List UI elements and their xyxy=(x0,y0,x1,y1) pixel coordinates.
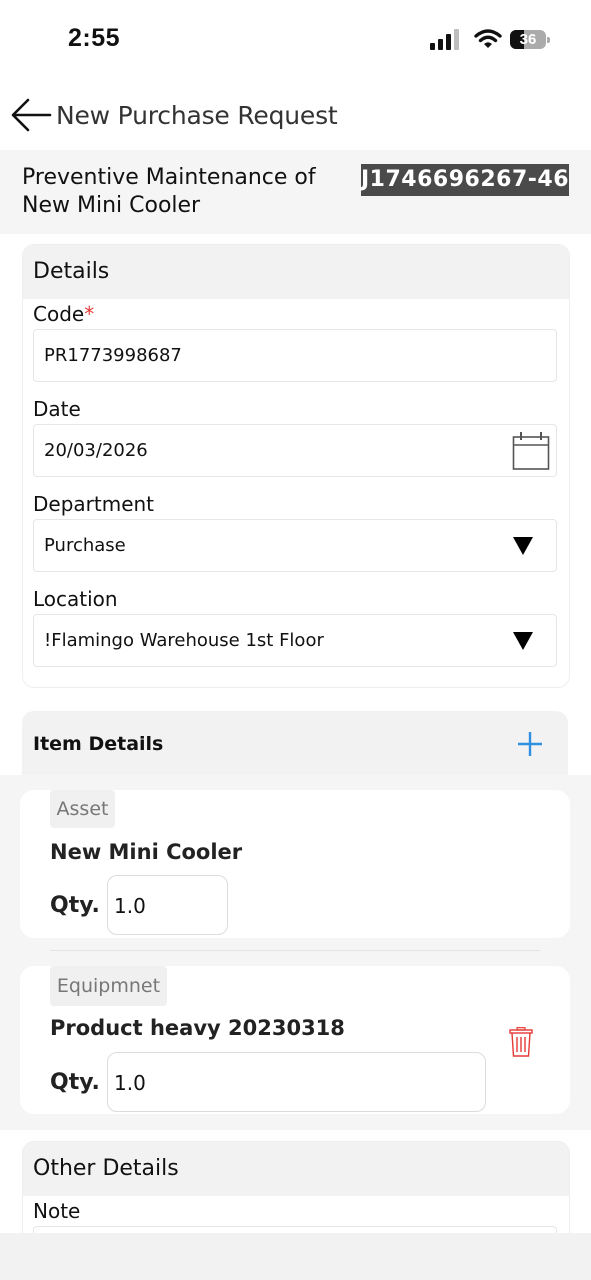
item-card: Equipmnet Product heavy 20230318 Qty. 1.… xyxy=(20,966,570,1114)
wifi-icon xyxy=(474,29,502,48)
department-label: Department xyxy=(33,492,155,516)
bottom-bar xyxy=(0,1233,591,1280)
battery-level: 36 xyxy=(519,31,537,48)
qty-value: 1.0 xyxy=(114,1071,146,1095)
work-order-title: Preventive Maintenance of New Mini Coole… xyxy=(22,165,316,218)
note-label: Note xyxy=(33,1199,81,1223)
details-section: Details Code* PR1773998687 Date 20/03/20… xyxy=(22,244,570,688)
item-details-title: Item Details xyxy=(33,733,164,755)
location-label: Location xyxy=(33,587,118,611)
qty-label: Qty. xyxy=(50,893,100,918)
date-label: Date xyxy=(33,397,81,421)
department-select[interactable]: Purchase xyxy=(33,519,557,572)
date-field[interactable]: 20/03/2026 xyxy=(33,424,557,477)
date-value: 20/03/2026 xyxy=(44,440,148,461)
calendar-icon[interactable] xyxy=(512,431,550,471)
battery-icon: 36 xyxy=(510,30,550,49)
other-details-title: Other Details xyxy=(33,1156,179,1181)
trash-icon[interactable] xyxy=(509,1027,533,1057)
qty-label: Qty. xyxy=(50,1070,100,1095)
status-time: 2:55 xyxy=(68,24,121,52)
dropdown-triangle-icon xyxy=(513,537,533,555)
item-card: Asset New Mini Cooler Qty. 1.0 xyxy=(20,790,570,938)
location-value: !Flamingo Warehouse 1st Floor xyxy=(44,630,324,651)
signal-icon xyxy=(430,28,462,50)
job-id-badge: J1746696267-46 xyxy=(361,164,569,196)
qty-input[interactable]: 1.0 xyxy=(107,875,228,935)
dropdown-triangle-icon xyxy=(513,632,533,650)
qty-value: 1.0 xyxy=(114,894,146,918)
item-type-chip: Equipmnet xyxy=(50,966,167,1006)
department-value: Purchase xyxy=(44,535,126,556)
item-name: Product heavy 20230318 xyxy=(50,1016,345,1040)
back-arrow-icon[interactable] xyxy=(8,96,52,134)
item-name: New Mini Cooler xyxy=(50,840,243,864)
qty-input[interactable]: 1.0 xyxy=(107,1052,486,1112)
item-type-chip: Asset xyxy=(50,790,115,828)
plus-icon[interactable] xyxy=(515,729,545,759)
code-field[interactable]: PR1773998687 xyxy=(33,329,557,382)
item-divider xyxy=(50,950,540,951)
code-value: PR1773998687 xyxy=(44,345,182,366)
required-mark: * xyxy=(84,302,95,326)
code-label: Code* xyxy=(33,302,95,326)
location-select[interactable]: !Flamingo Warehouse 1st Floor xyxy=(33,614,557,667)
details-title: Details xyxy=(33,259,110,284)
page-title: New Purchase Request xyxy=(56,101,338,130)
